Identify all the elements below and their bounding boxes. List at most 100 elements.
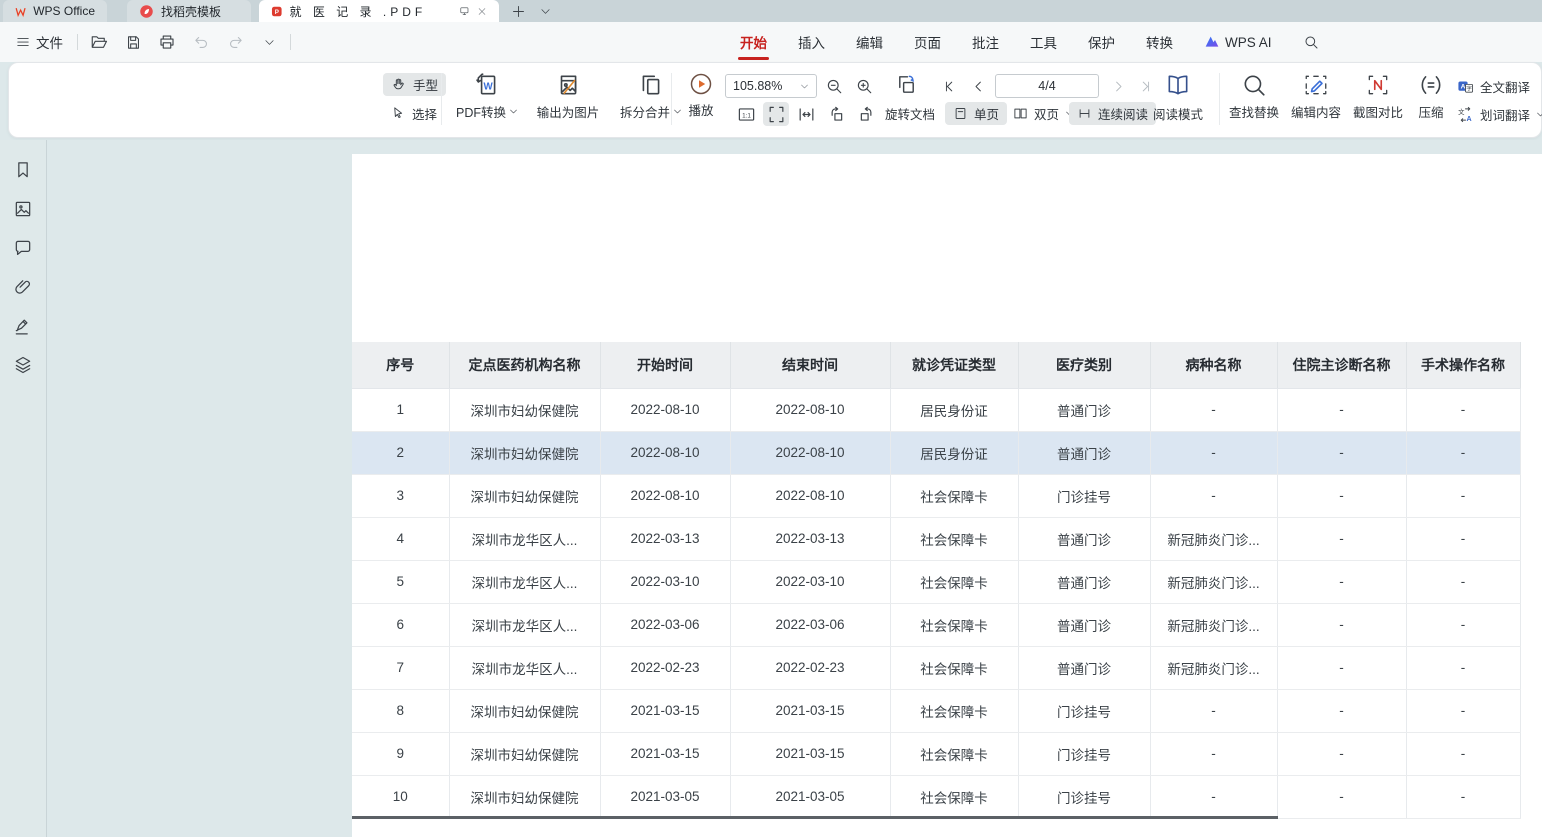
table-cell: 2021-03-15: [730, 732, 890, 775]
table-row[interactable]: 1深圳市妇幼保健院2022-08-102022-08-10居民身份证普通门诊--…: [352, 388, 1520, 431]
table-cell: 2021-03-15: [730, 689, 890, 732]
ribbon-search-icon[interactable]: [1303, 34, 1319, 50]
tab-wps-office[interactable]: WPS Office: [3, 0, 107, 22]
layers-icon[interactable]: [13, 355, 33, 375]
fit-page-button[interactable]: [763, 102, 789, 126]
ribbon-tab-insert[interactable]: 插入: [796, 22, 827, 62]
ribbon-tab-home[interactable]: 开始: [738, 22, 769, 62]
comment-icon[interactable]: [13, 238, 33, 258]
tab-document-pdf[interactable]: P 就 医 记 录 .PDF: [259, 0, 499, 22]
ribbon-tab-page[interactable]: 页面: [912, 22, 943, 62]
table-cell: 普通门诊: [1018, 646, 1150, 689]
zoom-in-button[interactable]: [851, 74, 877, 98]
table-row[interactable]: 10深圳市妇幼保健院2021-03-052021-03-05社会保障卡门诊挂号-…: [352, 775, 1520, 818]
table-cell: 2022-02-23: [730, 646, 890, 689]
signature-pen-icon[interactable]: [13, 316, 33, 336]
table-cell: 1: [352, 388, 449, 431]
next-page-button[interactable]: [1105, 74, 1131, 98]
actual-size-button[interactable]: 1:1: [733, 102, 759, 126]
previous-page-button[interactable]: [965, 74, 991, 98]
redo-button[interactable]: [222, 29, 248, 55]
page-number-input[interactable]: 4/4: [995, 74, 1099, 98]
play-button[interactable]: 播放: [677, 72, 725, 119]
table-cell: -: [1277, 474, 1406, 517]
single-page-button[interactable]: 单页: [945, 102, 1007, 125]
last-page-button[interactable]: [1131, 74, 1157, 98]
rotate-right-button[interactable]: [853, 102, 879, 126]
open-file-button[interactable]: [86, 29, 112, 55]
undo-button[interactable]: [188, 29, 214, 55]
ribbon-tab-comment[interactable]: 批注: [970, 22, 1001, 62]
zoom-level-select[interactable]: 105.88%: [725, 74, 817, 98]
save-button[interactable]: [120, 29, 146, 55]
read-mode-label: 阅读模式: [1153, 104, 1203, 123]
quickbar-more-button[interactable]: [256, 29, 282, 55]
bookmark-icon[interactable]: [13, 160, 33, 180]
ribbon-tab-wps-ai[interactable]: WPS AI: [1202, 24, 1274, 60]
table-row[interactable]: 2深圳市妇幼保健院2022-08-102022-08-10居民身份证普通门诊--…: [352, 431, 1520, 474]
read-mode-icon-area[interactable]: [1165, 72, 1191, 98]
screenshot-compare-button[interactable]: 截图对比: [1349, 72, 1407, 121]
select-tool-button[interactable]: 选择: [383, 102, 445, 125]
tab-label: 就 医 记 录 .PDF: [290, 3, 427, 20]
zoom-out-button[interactable]: [821, 74, 847, 98]
fit-width-button[interactable]: [793, 102, 819, 126]
table-cell: 门诊挂号: [1018, 732, 1150, 775]
first-page-button[interactable]: [937, 74, 963, 98]
export-image-icon: [555, 72, 581, 98]
table-row[interactable]: 6深圳市龙华区人...2022-03-062022-03-06社会保障卡普通门诊…: [352, 603, 1520, 646]
hand-tool-button[interactable]: 手型: [383, 73, 446, 96]
pdf-page[interactable]: 序号 定点医药机构名称 开始时间 结束时间 就诊凭证类型 医疗类别 病种名称 住…: [352, 154, 1542, 837]
word-translate-button[interactable]: 文A 划词翻译: [1453, 103, 1542, 126]
ribbon-tab-convert[interactable]: 转换: [1144, 22, 1175, 62]
table-row[interactable]: 9深圳市妇幼保健院2021-03-152021-03-15社会保障卡门诊挂号--…: [352, 732, 1520, 775]
divider: [77, 34, 78, 50]
compress-button[interactable]: 压缩: [1409, 72, 1453, 121]
continuous-read-button[interactable]: 连续阅读: [1069, 102, 1156, 125]
table-cell: -: [1406, 517, 1520, 560]
table-cell: 5: [352, 560, 449, 603]
edit-content-button[interactable]: 编辑内容: [1287, 72, 1345, 121]
zoom-in-icon: [855, 77, 873, 95]
col-header-main-diagnosis: 住院主诊断名称: [1277, 342, 1406, 388]
full-text-translate-icon: A字: [1457, 78, 1474, 95]
table-row[interactable]: 7深圳市龙华区人...2022-02-232022-02-23社会保障卡普通门诊…: [352, 646, 1520, 689]
ribbon-tab-protect[interactable]: 保护: [1086, 22, 1117, 62]
table-cell: 4: [352, 517, 449, 560]
table-cell: 新冠肺炎门诊...: [1150, 560, 1277, 603]
table-cell: -: [1406, 775, 1520, 818]
close-tab-icon[interactable]: [477, 5, 487, 18]
ribbon-tab-edit[interactable]: 编辑: [854, 22, 885, 62]
rotate-left-button[interactable]: [823, 102, 849, 126]
pdf-convert-button[interactable]: W PDF转换: [449, 72, 525, 121]
table-cell: -: [1406, 689, 1520, 732]
pdf-convert-label: PDF转换: [456, 102, 506, 121]
ribbon-tab-tools[interactable]: 工具: [1028, 22, 1059, 62]
col-header-medical-category: 医疗类别: [1018, 342, 1150, 388]
full-text-translate-button[interactable]: A字 全文翻译: [1453, 75, 1534, 98]
rotate-document-button[interactable]: 旋转文档: [881, 102, 939, 125]
table-row[interactable]: 3深圳市妇幼保健院2022-08-102022-08-10社会保障卡门诊挂号--…: [352, 474, 1520, 517]
table-cell: -: [1277, 431, 1406, 474]
new-tab-icon[interactable]: [511, 4, 526, 19]
replace-pages-button[interactable]: [893, 72, 919, 96]
monitor-icon[interactable]: [459, 4, 470, 18]
tab-list-chevron-icon[interactable]: [540, 6, 551, 17]
table-cell: 普通门诊: [1018, 560, 1150, 603]
table-cell: 深圳市妇幼保健院: [449, 431, 600, 474]
export-image-button[interactable]: 输出为图片: [527, 72, 609, 121]
find-replace-button[interactable]: 查找替换: [1225, 72, 1283, 121]
tab-docer-templates[interactable]: 找稻壳模板: [127, 0, 251, 22]
table-row[interactable]: 5深圳市龙华区人...2022-03-102022-03-10社会保障卡普通门诊…: [352, 560, 1520, 603]
table-cell: 居民身份证: [890, 431, 1018, 474]
table-cell: -: [1277, 560, 1406, 603]
table-row[interactable]: 4深圳市龙华区人...2022-03-132022-03-13社会保障卡普通门诊…: [352, 517, 1520, 560]
attachment-icon[interactable]: [13, 277, 33, 297]
thumbnails-icon[interactable]: [13, 199, 33, 219]
file-menu-button[interactable]: 文件: [10, 28, 69, 56]
table-cell: 深圳市妇幼保健院: [449, 732, 600, 775]
read-mode-button[interactable]: 阅读模式: [1149, 102, 1207, 125]
print-button[interactable]: [154, 29, 180, 55]
table-row[interactable]: 8深圳市妇幼保健院2021-03-152021-03-15社会保障卡门诊挂号--…: [352, 689, 1520, 732]
full-text-translate-label: 全文翻译: [1480, 77, 1530, 96]
